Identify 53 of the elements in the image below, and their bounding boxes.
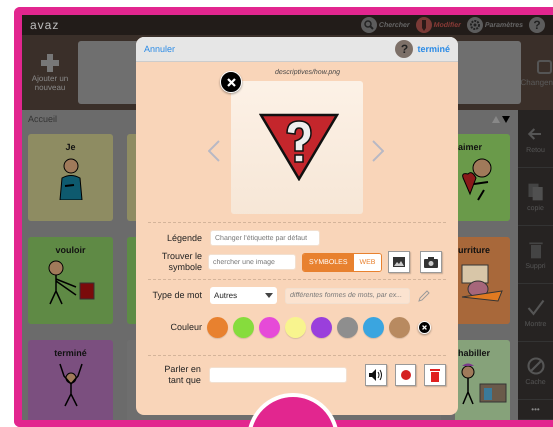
more-button[interactable]: •••	[518, 400, 553, 420]
color-swatch[interactable]	[285, 317, 306, 338]
camera-button[interactable]	[420, 251, 442, 273]
symbol-tile[interactable]: habiller	[455, 340, 510, 420]
color-swatch[interactable]	[311, 317, 332, 338]
gallery-button[interactable]	[388, 251, 410, 273]
symbol-tile[interactable]: terminé	[28, 340, 113, 420]
checkmark-icon	[526, 298, 546, 318]
word-type-dropdown[interactable]: Autres	[210, 287, 277, 304]
clear-color-button[interactable]	[418, 321, 431, 334]
symbol-tile[interactable]: aimer	[455, 134, 510, 221]
color-swatch[interactable]	[337, 317, 358, 338]
add-new-button[interactable]: Ajouter un nouveau	[22, 35, 78, 110]
help-button[interactable]: ?	[529, 17, 545, 33]
copy-icon	[526, 182, 546, 202]
question-triangle-icon	[259, 113, 339, 181]
play-button[interactable]	[365, 364, 387, 386]
close-icon	[422, 325, 427, 330]
color-swatch[interactable]	[363, 317, 384, 338]
plus-icon	[41, 54, 59, 72]
record-button[interactable]	[394, 364, 416, 386]
help-button[interactable]: ?	[395, 40, 414, 58]
delete-button[interactable]	[424, 364, 446, 386]
chevron-right-icon	[372, 140, 384, 162]
caret-icon	[265, 293, 273, 298]
caption-label: Légende	[166, 232, 202, 244]
page-arrows-icon[interactable]	[492, 116, 510, 122]
word-type-label: Type de mot	[151, 290, 202, 301]
symbol-tile[interactable]: vouloir	[28, 237, 113, 324]
picture-icon	[393, 257, 406, 267]
color-swatch[interactable]	[207, 317, 228, 338]
trash-icon	[430, 368, 440, 382]
close-icon	[226, 78, 236, 86]
color-swatch[interactable]	[233, 317, 254, 338]
symbol-tile[interactable]: urriture	[455, 237, 510, 324]
record-icon	[400, 370, 411, 380]
speak-as-label: Parler en tant que	[163, 364, 201, 386]
app-logo: avaz	[30, 18, 60, 32]
speak-as-field[interactable]	[208, 367, 348, 383]
chevron-left-icon	[208, 140, 220, 162]
color-swatch[interactable]	[389, 317, 410, 338]
find-symbol-label: Trouver le symbole	[160, 251, 202, 273]
remove-image-button[interactable]	[220, 71, 242, 93]
edit-icon	[537, 58, 553, 74]
prohibited-icon	[526, 356, 546, 376]
cancel-link[interactable]: Annuler	[144, 44, 176, 54]
color-label: Couleur	[169, 322, 202, 333]
speaker-icon	[369, 369, 384, 381]
camera-icon	[424, 256, 438, 268]
pencil-icon[interactable]	[418, 290, 430, 302]
symbol-tile[interactable]: Je	[28, 134, 113, 221]
done-link[interactable]: terminé	[417, 44, 450, 54]
color-swatch[interactable]	[259, 317, 280, 338]
